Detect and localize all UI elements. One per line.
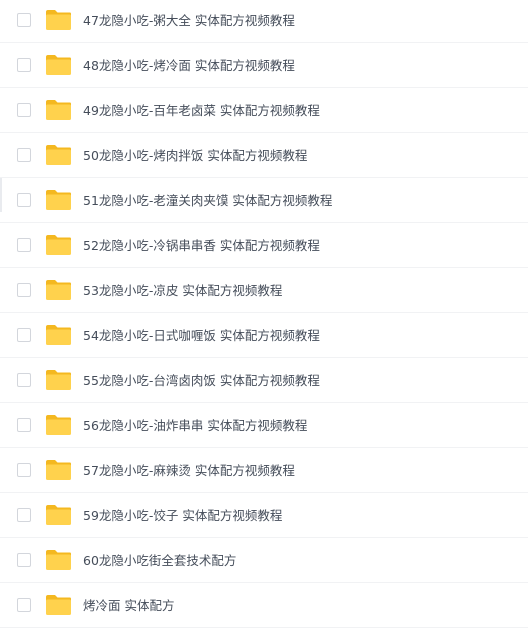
row-checkbox[interactable] [17,103,31,117]
row-checkbox[interactable] [17,553,31,567]
folder-row[interactable]: 51龙隐小吃-老潼关肉夹馍 实体配方视频教程 [0,179,528,223]
folder-icon[interactable] [45,504,72,526]
folder-row[interactable]: 60龙隐小吃街全套技术配方 [0,539,528,583]
folder-icon[interactable] [45,594,72,616]
row-checkbox[interactable] [17,148,31,162]
row-checkbox[interactable] [17,418,31,432]
folder-row[interactable]: 烤冷面 实体配方 [0,584,528,628]
folder-row[interactable]: 48龙隐小吃-烤冷面 实体配方视频教程 [0,44,528,88]
folder-row[interactable]: 56龙隐小吃-油炸串串 实体配方视频教程 [0,404,528,448]
folder-icon[interactable] [45,99,72,121]
folder-row[interactable]: 47龙隐小吃-粥大全 实体配方视频教程 [0,0,528,43]
folder-row[interactable]: 55龙隐小吃-台湾卤肉饭 实体配方视频教程 [0,359,528,403]
folder-row[interactable]: 57龙隐小吃-麻辣烫 实体配方视频教程 [0,449,528,493]
folder-name[interactable]: 59龙隐小吃-饺子 实体配方视频教程 [83,507,282,525]
folder-name[interactable]: 55龙隐小吃-台湾卤肉饭 实体配方视频教程 [83,372,320,390]
row-checkbox[interactable] [17,13,31,27]
folder-icon[interactable] [45,234,72,256]
folder-name[interactable]: 47龙隐小吃-粥大全 实体配方视频教程 [83,12,295,30]
row-checkbox[interactable] [17,598,31,612]
folder-icon[interactable] [45,324,72,346]
folder-row[interactable]: 53龙隐小吃-凉皮 实体配方视频教程 [0,269,528,313]
folder-icon[interactable] [45,369,72,391]
row-checkbox[interactable] [17,238,31,252]
folder-icon[interactable] [45,144,72,166]
folder-icon[interactable] [45,414,72,436]
row-checkbox[interactable] [17,373,31,387]
folder-name[interactable]: 60龙隐小吃街全套技术配方 [83,552,236,570]
folder-icon[interactable] [45,54,72,76]
folder-row[interactable]: 50龙隐小吃-烤肉拌饭 实体配方视频教程 [0,134,528,178]
folder-name[interactable]: 52龙隐小吃-冷锅串串香 实体配方视频教程 [83,237,320,255]
row-checkbox[interactable] [17,328,31,342]
folder-name[interactable]: 53龙隐小吃-凉皮 实体配方视频教程 [83,282,282,300]
folder-row[interactable]: 59龙隐小吃-饺子 实体配方视频教程 [0,494,528,538]
row-checkbox[interactable] [17,463,31,477]
folder-row[interactable]: 49龙隐小吃-百年老卤菜 实体配方视频教程 [0,89,528,133]
folder-name[interactable]: 51龙隐小吃-老潼关肉夹馍 实体配方视频教程 [83,192,332,210]
folder-name[interactable]: 49龙隐小吃-百年老卤菜 实体配方视频教程 [83,102,320,120]
folder-name[interactable]: 48龙隐小吃-烤冷面 实体配方视频教程 [83,57,295,75]
folder-name[interactable]: 烤冷面 实体配方 [83,597,174,615]
row-checkbox[interactable] [17,508,31,522]
row-checkbox[interactable] [17,193,31,207]
folder-icon[interactable] [45,549,72,571]
folder-name[interactable]: 57龙隐小吃-麻辣烫 实体配方视频教程 [83,462,295,480]
folder-icon[interactable] [45,9,72,31]
folder-icon[interactable] [45,189,72,211]
folder-row[interactable]: 54龙隐小吃-日式咖喱饭 实体配方视频教程 [0,314,528,358]
row-checkbox[interactable] [17,283,31,297]
folder-name[interactable]: 50龙隐小吃-烤肉拌饭 实体配方视频教程 [83,147,307,165]
folder-row[interactable]: 52龙隐小吃-冷锅串串香 实体配方视频教程 [0,224,528,268]
folder-icon[interactable] [45,279,72,301]
row-checkbox[interactable] [17,58,31,72]
folder-icon[interactable] [45,459,72,481]
folder-name[interactable]: 56龙隐小吃-油炸串串 实体配方视频教程 [83,417,307,435]
file-list: 47龙隐小吃-粥大全 实体配方视频教程 48龙隐小吃-烤冷面 实体配方视频教程 49… [0,0,528,628]
folder-name[interactable]: 54龙隐小吃-日式咖喱饭 实体配方视频教程 [83,327,320,345]
